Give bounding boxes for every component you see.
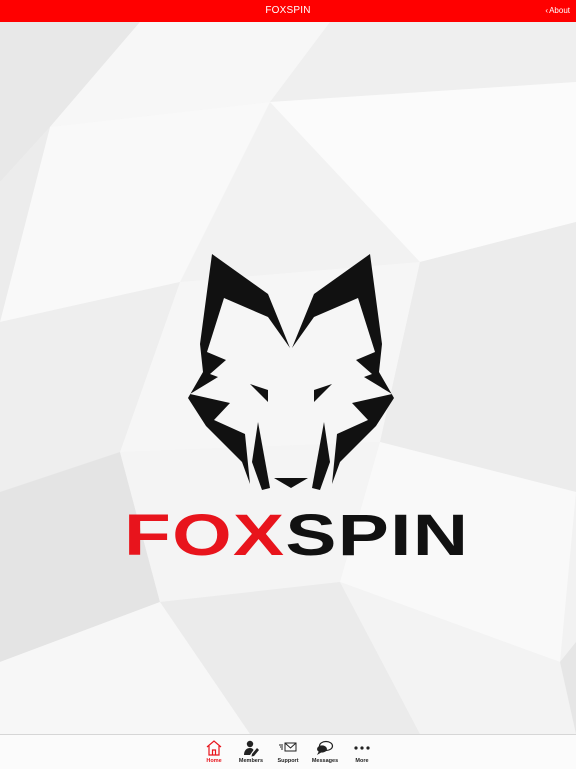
more-icon [344, 739, 380, 757]
home-content: FOXSPIN [0, 22, 576, 734]
brand-wordmark: FOXSPIN [124, 507, 557, 565]
messages-icon [307, 739, 343, 757]
chevron-left-icon: ‹ [545, 6, 549, 15]
tab-members-label: Members [238, 758, 264, 764]
fox-logo [188, 254, 394, 490]
header-bar: FOXSPIN ‹About [0, 0, 576, 22]
page-title: FOXSPIN [265, 5, 311, 16]
tab-support-label: Support [277, 758, 299, 764]
bottom-tab-bar: Home Members Support Messages More [0, 734, 576, 769]
brand-part-spin: SPIN [285, 503, 470, 568]
tab-more[interactable]: More [344, 739, 380, 769]
tab-messages-label: Messages [311, 758, 339, 764]
tab-home-label: Home [206, 758, 222, 764]
support-icon [270, 739, 306, 757]
members-icon [233, 739, 269, 757]
home-icon [196, 739, 232, 757]
about-link[interactable]: ‹About [545, 6, 570, 15]
tab-support[interactable]: Support [270, 739, 306, 769]
about-label: About [549, 6, 570, 15]
tab-home[interactable]: Home [196, 739, 232, 769]
tab-messages[interactable]: Messages [307, 739, 343, 769]
tab-more-label: More [355, 758, 369, 764]
tab-members[interactable]: Members [233, 739, 269, 769]
fox-head-icon [188, 254, 394, 490]
brand-part-fox: FOX [124, 503, 286, 568]
